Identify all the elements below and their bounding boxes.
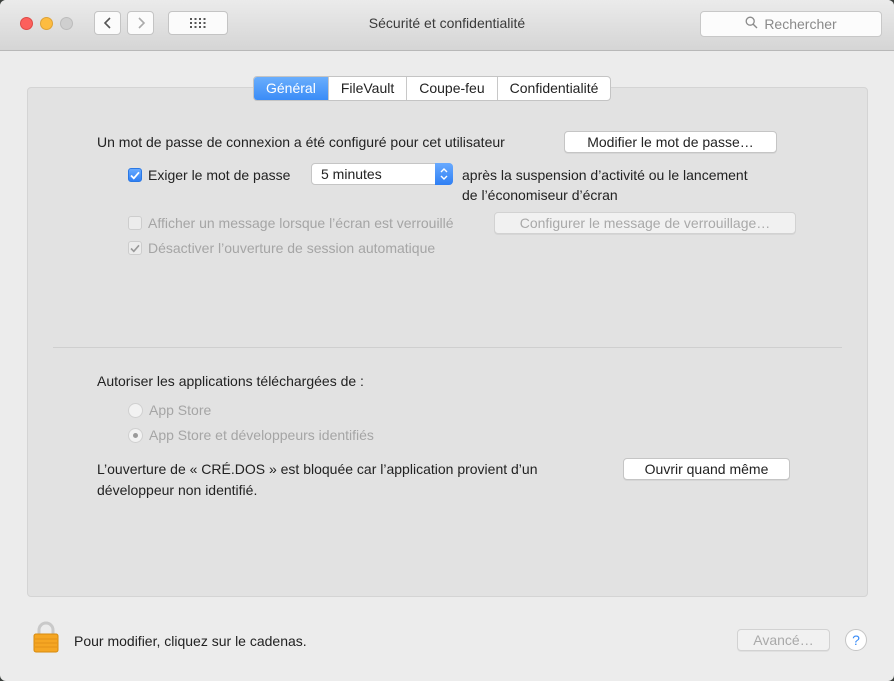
require-password-checkbox[interactable] xyxy=(128,168,142,182)
tab-privacy[interactable]: Confidentialité xyxy=(496,77,611,100)
radio-app-store-identified-label: App Store et développeurs identifiés xyxy=(149,427,374,443)
search-icon xyxy=(745,16,758,32)
show-message-label: Afficher un message lorsque l’écran est … xyxy=(148,215,454,231)
search-placeholder: Rechercher xyxy=(764,16,837,32)
open-anyway-button[interactable]: Ouvrir quand même xyxy=(623,458,790,480)
section-divider xyxy=(53,347,842,348)
radio-app-store-label: App Store xyxy=(149,402,212,418)
set-lock-message-button[interactable]: Configurer le message de verrouillage… xyxy=(494,212,796,234)
change-password-button[interactable]: Modifier le mot de passe… xyxy=(564,131,777,153)
preferences-window: Sécurité et confidentialité Rechercher G… xyxy=(0,0,894,681)
disable-auto-login-checkbox[interactable] xyxy=(128,241,142,255)
after-sleep-text-line2: de l’économiseur d’écran xyxy=(462,187,618,203)
radio-app-store[interactable] xyxy=(128,403,143,418)
checkmark-icon xyxy=(130,167,140,183)
password-delay-select[interactable]: 5 minutes xyxy=(311,163,453,185)
disable-auto-login-label: Désactiver l’ouverture de session automa… xyxy=(148,240,436,256)
show-message-checkbox[interactable] xyxy=(128,216,142,230)
downloads-heading: Autoriser les applications téléchargées … xyxy=(97,373,364,389)
help-button[interactable]: ? xyxy=(845,629,867,651)
blocked-app-text-line1: L’ouverture de « CRÉ.DOS » est bloquée c… xyxy=(97,461,538,477)
title-bar: Sécurité et confidentialité Rechercher xyxy=(0,0,894,51)
tab-general[interactable]: Général xyxy=(254,77,328,100)
checkmark-icon xyxy=(130,240,140,256)
password-set-text: Un mot de passe de connexion a été confi… xyxy=(97,134,505,150)
advanced-button[interactable]: Avancé… xyxy=(737,629,830,651)
search-field[interactable]: Rechercher xyxy=(700,11,882,37)
after-sleep-text-line1: après la suspension d’activité ou le lan… xyxy=(462,167,748,183)
lock-icon[interactable] xyxy=(33,621,59,656)
require-password-label: Exiger le mot de passe xyxy=(148,167,291,183)
lock-hint-text: Pour modifier, cliquez sur le cadenas. xyxy=(74,633,307,649)
radio-app-store-identified[interactable] xyxy=(128,428,143,443)
password-delay-value: 5 minutes xyxy=(321,166,382,182)
tab-bar: Général FileVault Coupe-feu Confidential… xyxy=(253,76,612,101)
tab-filevault[interactable]: FileVault xyxy=(327,77,406,100)
updown-chevron-icon xyxy=(435,163,453,185)
blocked-app-text-line2: développeur non identifié. xyxy=(97,482,258,498)
tab-firewall[interactable]: Coupe-feu xyxy=(406,77,496,100)
